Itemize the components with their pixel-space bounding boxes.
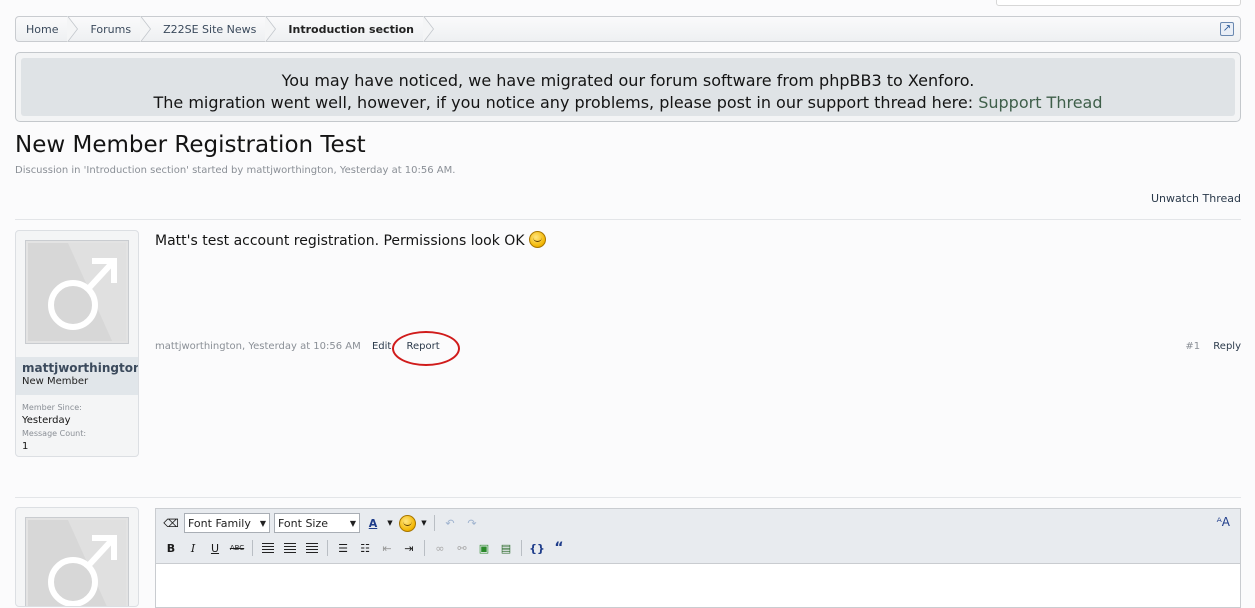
post-message: Matt's test account registration. Permis…: [155, 231, 546, 249]
divider: [252, 540, 253, 556]
divider: [15, 497, 1241, 498]
bold-icon[interactable]: B: [162, 539, 180, 557]
smilies-icon[interactable]: [398, 514, 416, 532]
breadcrumb-home[interactable]: Home: [16, 16, 80, 42]
message-count-value: 1: [22, 441, 29, 452]
breadcrumb-forums[interactable]: Forums: [80, 16, 153, 42]
search-input[interactable]: [996, 0, 1241, 6]
font-family-select[interactable]: Font Family ▼: [184, 513, 270, 533]
undo-icon[interactable]: ↶: [441, 514, 459, 532]
remove-format-icon[interactable]: ⌫: [162, 514, 180, 532]
italic-icon[interactable]: I: [184, 539, 202, 557]
link-icon[interactable]: ∞: [431, 539, 449, 557]
user-card: [15, 507, 139, 607]
support-thread-link[interactable]: Support Thread: [978, 93, 1102, 112]
bullet-list-icon[interactable]: ☰: [334, 539, 352, 557]
post-controls: #1 Reply: [1185, 341, 1241, 352]
thread-meta: Discussion in 'Introduction section' sta…: [15, 165, 456, 176]
quote-icon[interactable]: “: [550, 539, 568, 557]
divider: [15, 219, 1241, 220]
avatar[interactable]: [25, 240, 129, 344]
highlight-ring: [392, 331, 460, 366]
divider: [521, 540, 522, 556]
post-meta[interactable]: mattjworthington, Yesterday at 10:56 AM: [155, 341, 361, 352]
divider: [327, 540, 328, 556]
notice-line-2: The migration went well, however, if you…: [153, 93, 1103, 112]
notice-line-1: You may have noticed, we have migrated o…: [281, 71, 975, 90]
avatar[interactable]: [25, 517, 129, 606]
unwatch-thread-link[interactable]: Unwatch Thread: [1151, 192, 1241, 205]
breadcrumb-site-news[interactable]: Z22SE Site News: [153, 16, 278, 42]
breadcrumb-current[interactable]: Introduction section: [278, 16, 436, 42]
member-since-value: Yesterday: [22, 415, 71, 426]
chevron-down-icon[interactable]: ▼: [420, 514, 428, 532]
notice-banner: You may have noticed, we have migrated o…: [15, 52, 1241, 122]
align-left-icon[interactable]: [259, 539, 277, 557]
male-symbol-icon: [48, 243, 126, 341]
user-card: mattjworthington New Member Member Since…: [15, 230, 139, 457]
image-icon[interactable]: ▣: [475, 539, 493, 557]
chevron-down-icon[interactable]: ▼: [386, 514, 394, 532]
user-title: New Member: [22, 376, 89, 387]
divider: [434, 515, 435, 531]
align-right-icon[interactable]: [303, 539, 321, 557]
align-center-icon[interactable]: [281, 539, 299, 557]
member-since-label: Member Since:: [22, 403, 82, 412]
page-title: New Member Registration Test: [15, 132, 366, 158]
editor-toolbar: ⌫ Font Family ▼ Font Size ▼ A ▼ ▼ ↶ ↷ B I …: [156, 509, 1240, 564]
reply-link[interactable]: Reply: [1213, 341, 1241, 352]
jump-menu-icon[interactable]: ↗: [1220, 22, 1234, 36]
numbered-list-icon[interactable]: ☷: [356, 539, 374, 557]
redo-icon[interactable]: ↷: [463, 514, 481, 532]
reply-editor: ⌫ Font Family ▼ Font Size ▼ A ▼ ▼ ↶ ↷ B I …: [155, 508, 1241, 608]
unlink-icon[interactable]: ⚯: [453, 539, 471, 557]
toggle-editor-icon[interactable]: ᴬA: [1217, 515, 1230, 529]
outdent-icon[interactable]: ⇤: [378, 539, 396, 557]
post-number[interactable]: #1: [1185, 341, 1200, 352]
font-size-select[interactable]: Font Size ▼: [274, 513, 360, 533]
media-icon[interactable]: ▤: [497, 539, 515, 557]
male-symbol-icon: [48, 520, 126, 606]
username[interactable]: mattjworthington: [22, 361, 138, 375]
message-count-label: Message Count:: [22, 429, 87, 438]
code-icon[interactable]: {}: [528, 539, 546, 557]
smile-icon: [528, 231, 546, 248]
breadcrumb: Home Forums Z22SE Site News Introduction…: [15, 16, 1241, 42]
edit-link[interactable]: Edit: [372, 341, 391, 352]
text-color-icon[interactable]: A: [364, 514, 382, 532]
indent-icon[interactable]: ⇥: [400, 539, 418, 557]
divider: [424, 540, 425, 556]
strikethrough-icon[interactable]: ABC: [228, 539, 246, 557]
underline-icon[interactable]: U: [206, 539, 224, 557]
